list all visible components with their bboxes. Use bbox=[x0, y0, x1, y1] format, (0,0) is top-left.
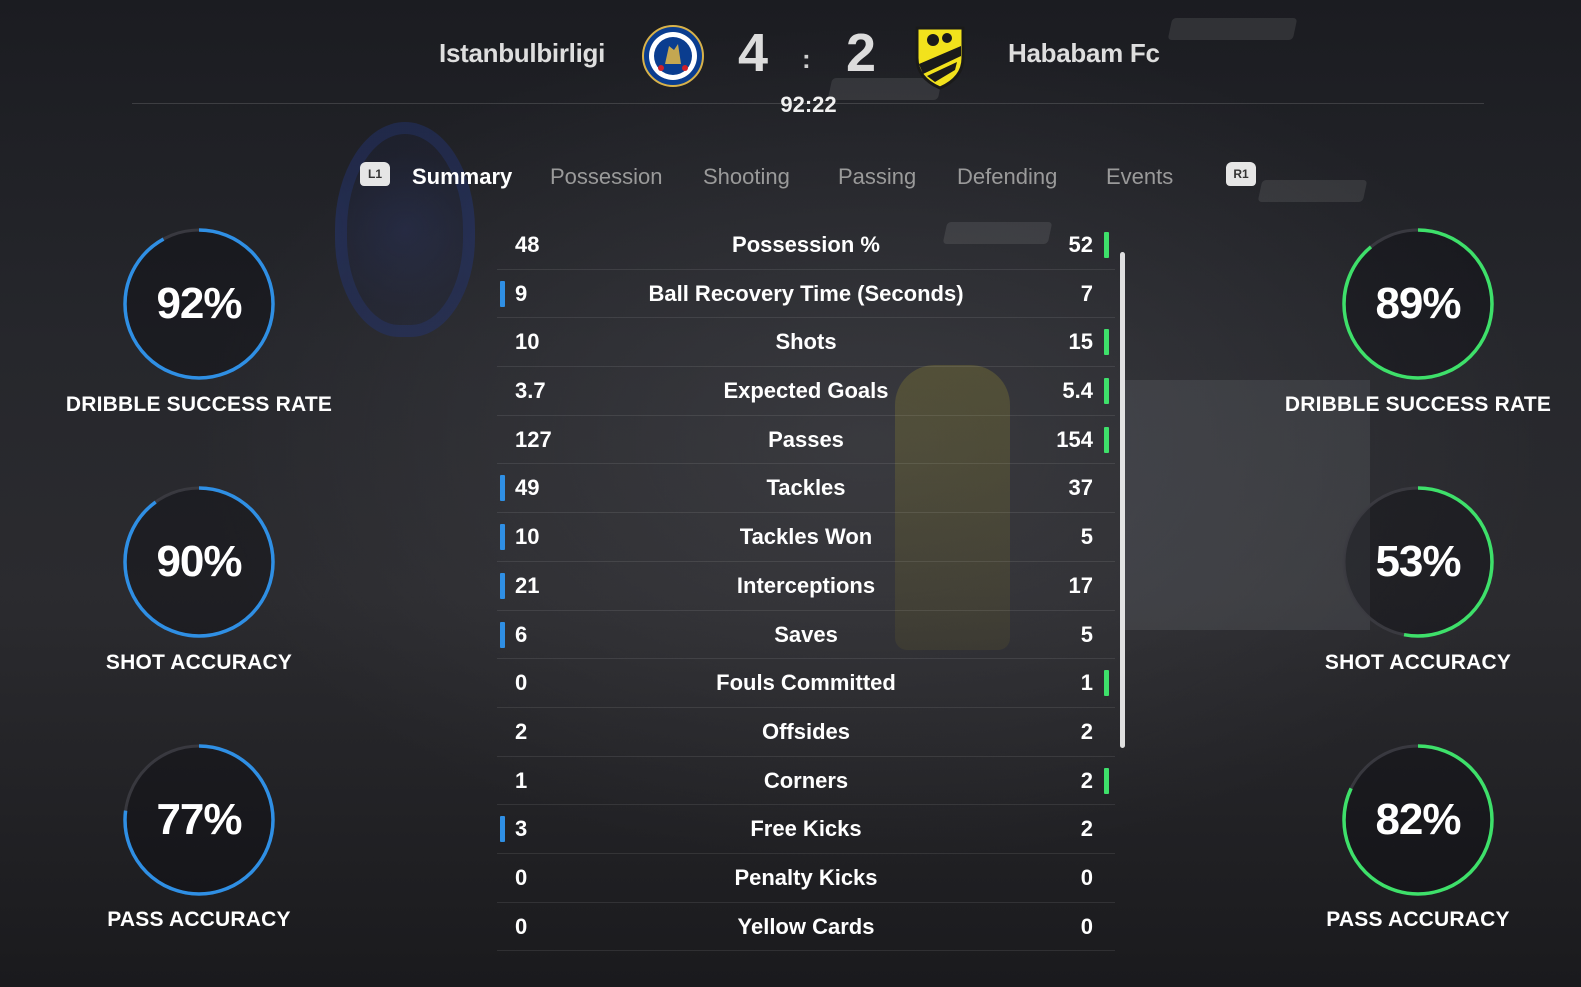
away-dribble-success-gauge: 89% bbox=[1338, 224, 1498, 384]
away-shot-accuracy-gauge: 53% bbox=[1338, 482, 1498, 642]
stat-row: 0 Yellow Cards 0 bbox=[497, 903, 1115, 952]
stat-label: Possession % bbox=[732, 232, 880, 257]
stat-row: 3 Free Kicks 2 bbox=[497, 805, 1115, 854]
home-score: 4 bbox=[738, 23, 769, 83]
background-sponsor-wall bbox=[1120, 380, 1370, 630]
away-leader-bar bbox=[1104, 767, 1109, 794]
home-pass-accuracy-gauge: 77% bbox=[119, 740, 279, 900]
l1-prev-tab-button[interactable]: L1 bbox=[360, 162, 390, 186]
away-stat-value: 0 bbox=[1080, 864, 1093, 890]
tab-defending[interactable]: Defending bbox=[957, 164, 1057, 190]
stat-row: 9 Ball Recovery Time (Seconds) 7 bbox=[497, 270, 1115, 319]
stat-label: Ball Recovery Time (Seconds) bbox=[648, 280, 964, 306]
away-pass-accuracy-label: PASS ACCURACY bbox=[1326, 908, 1510, 931]
away-stat-value: 1 bbox=[1080, 670, 1093, 696]
score-separator: : bbox=[802, 44, 811, 74]
stat-row: 0 Penalty Kicks 0 bbox=[497, 854, 1115, 903]
stat-row: 21 Interceptions 17 bbox=[497, 562, 1115, 611]
stats-table[interactable]: 48 Possession % 52 9 Ball Recovery Time (Sec… bbox=[497, 221, 1115, 952]
away-stat-value: 37 bbox=[1068, 475, 1093, 501]
away-stat-value: 2 bbox=[1080, 767, 1093, 793]
away-stat-value: 2 bbox=[1080, 816, 1093, 842]
away-stat-value: 17 bbox=[1068, 572, 1093, 598]
away-stat-value: 52 bbox=[1068, 232, 1093, 257]
stat-label: Tackles bbox=[766, 475, 846, 501]
tab-shooting[interactable]: Shooting bbox=[703, 164, 790, 190]
away-pass-accuracy-gauge: 82% bbox=[1338, 740, 1498, 900]
background-crest bbox=[335, 122, 475, 337]
away-stat-value: 5 bbox=[1080, 621, 1093, 647]
away-stat-value: 15 bbox=[1068, 329, 1093, 355]
away-stat-value: 154 bbox=[1056, 426, 1093, 452]
away-leader-bar bbox=[1104, 670, 1109, 697]
away-leader-bar bbox=[1104, 378, 1109, 405]
stat-row: 10 Shots 15 bbox=[497, 318, 1115, 368]
stat-row: 10 Tackles Won 5 bbox=[497, 513, 1115, 562]
away-dribble-success-label: DRIBBLE SUCCESS RATE bbox=[1284, 393, 1552, 416]
stat-label: Tackles Won bbox=[739, 524, 873, 550]
home-pass-accuracy-label: PASS ACCURACY bbox=[107, 908, 291, 931]
stat-label: Saves bbox=[774, 621, 838, 647]
gauge-value: 90% bbox=[156, 537, 242, 586]
away-team-name: Hababam Fc bbox=[1008, 38, 1160, 68]
tab-summary[interactable]: Summary bbox=[412, 164, 512, 190]
stat-label: Fouls Committed bbox=[716, 670, 896, 696]
away-stat-value: 2 bbox=[1080, 718, 1093, 744]
ceiling-light bbox=[1257, 180, 1368, 202]
home-shot-accuracy-label: SHOT ACCURACY bbox=[105, 651, 293, 674]
stat-label: Interceptions bbox=[736, 572, 876, 598]
away-shot-accuracy-label: SHOT ACCURACY bbox=[1324, 651, 1512, 674]
home-team-name: Istanbulbirligi bbox=[439, 38, 605, 68]
tab-possession[interactable]: Possession bbox=[550, 164, 663, 190]
gauge-value: 82% bbox=[1375, 795, 1461, 844]
gauge-value: 92% bbox=[156, 279, 242, 328]
chelsea-crest-icon bbox=[641, 24, 705, 88]
away-leader-bar bbox=[1104, 426, 1109, 453]
tab-passing[interactable]: Passing bbox=[838, 164, 916, 190]
away-leader-bar bbox=[1104, 232, 1109, 258]
stat-label: Penalty Kicks bbox=[734, 864, 878, 890]
stat-row: 6 Saves 5 bbox=[497, 611, 1115, 660]
away-stat-value: 5 bbox=[1080, 524, 1093, 550]
stat-label: Passes bbox=[768, 426, 844, 452]
gauge-value: 53% bbox=[1375, 537, 1461, 586]
home-dribble-success-label: DRIBBLE SUCCESS RATE bbox=[65, 393, 333, 416]
home-dribble-success-gauge: 92% bbox=[119, 224, 279, 384]
stat-label: Free Kicks bbox=[750, 816, 862, 842]
tab-events[interactable]: Events bbox=[1106, 164, 1173, 190]
stats-scrollbar[interactable] bbox=[1120, 252, 1125, 748]
scoreboard: Istanbulbirligi 4 : 2 Hababam Fc 92:22 bbox=[0, 0, 1581, 120]
away-score: 2 bbox=[846, 23, 877, 83]
stat-row: 49 Tackles 37 bbox=[497, 464, 1115, 514]
stat-row: 0 Fouls Committed 1 bbox=[497, 659, 1115, 708]
stat-label: Shots bbox=[775, 329, 837, 355]
stat-label: Yellow Cards bbox=[737, 913, 875, 939]
stat-row: 48 Possession % 52 bbox=[497, 221, 1115, 270]
stat-row: 127 Passes 154 bbox=[497, 416, 1115, 465]
stat-row: 2 Offsides 2 bbox=[497, 708, 1115, 757]
away-stat-value: 7 bbox=[1080, 280, 1093, 306]
away-leader-bar bbox=[1104, 329, 1109, 356]
stat-label: Corners bbox=[763, 767, 849, 793]
stat-row: 1 Corners 2 bbox=[497, 757, 1115, 806]
stat-label: Expected Goals bbox=[723, 378, 889, 404]
home-shot-accuracy-gauge: 90% bbox=[119, 482, 279, 642]
gauge-value: 77% bbox=[156, 795, 242, 844]
away-stat-value: 5.4 bbox=[1062, 378, 1093, 404]
gauge-value: 89% bbox=[1375, 279, 1461, 328]
match-clock: 92:22 bbox=[780, 92, 837, 117]
stat-label: Offsides bbox=[761, 718, 851, 744]
r1-next-tab-button[interactable]: R1 bbox=[1226, 162, 1256, 186]
stat-row: 3.7 Expected Goals 5.4 bbox=[497, 367, 1115, 416]
hababam-shield-icon bbox=[915, 24, 979, 90]
away-stat-value: 0 bbox=[1080, 913, 1093, 939]
